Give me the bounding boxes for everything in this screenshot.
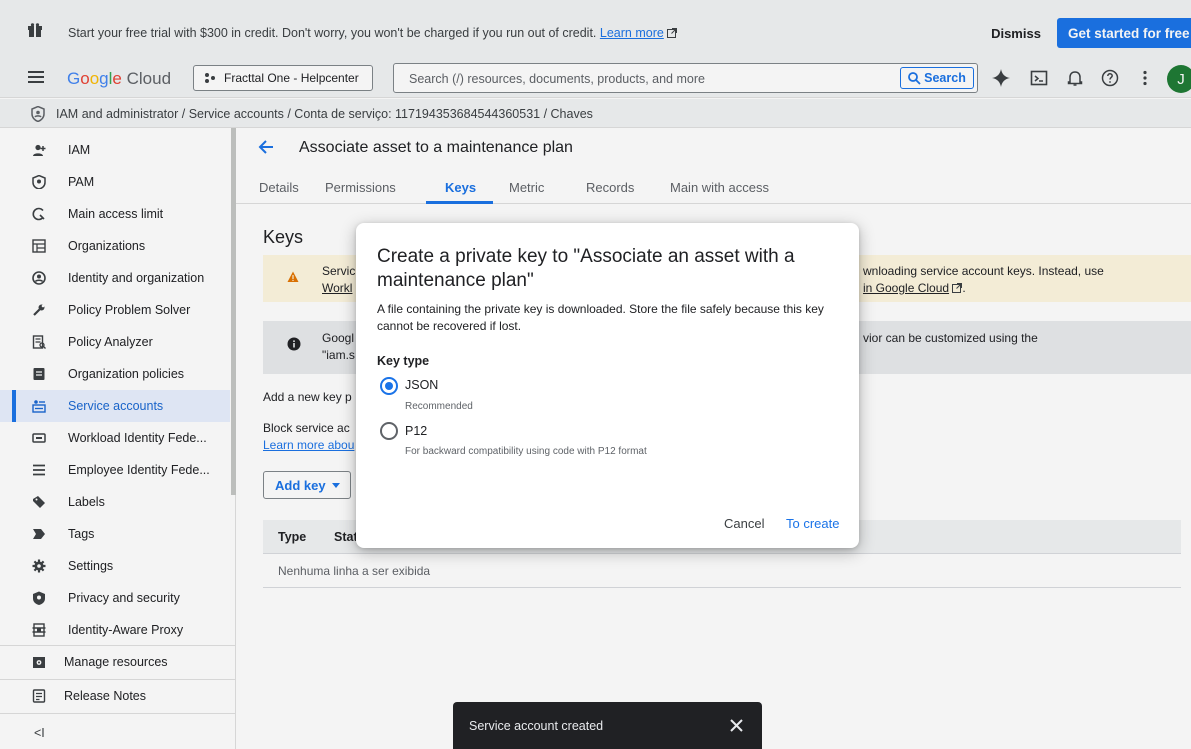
key-type-label: Key type [377, 354, 430, 368]
dialog-title: Create a private key to "Associate an as… [377, 246, 795, 291]
create-private-key-dialog: Create a private key to "Associate an as… [356, 223, 859, 548]
json-option-label[interactable]: JSON [405, 378, 438, 392]
json-radio[interactable] [380, 377, 398, 395]
snackbar-message: Service account created [469, 719, 604, 733]
p12-option-label[interactable]: P12 [405, 424, 427, 438]
cancel-button[interactable]: Cancel [724, 516, 764, 531]
p12-radio[interactable] [380, 422, 398, 440]
p12-option-sublabel: For backward compatibility using code wi… [405, 446, 647, 457]
json-option-sublabel: Recommended [405, 401, 473, 412]
dialog-description: A file containing the private key is dow… [377, 302, 824, 333]
create-button[interactable]: To create [786, 516, 839, 531]
close-icon[interactable] [730, 719, 743, 732]
snackbar: Service account created [453, 702, 762, 749]
